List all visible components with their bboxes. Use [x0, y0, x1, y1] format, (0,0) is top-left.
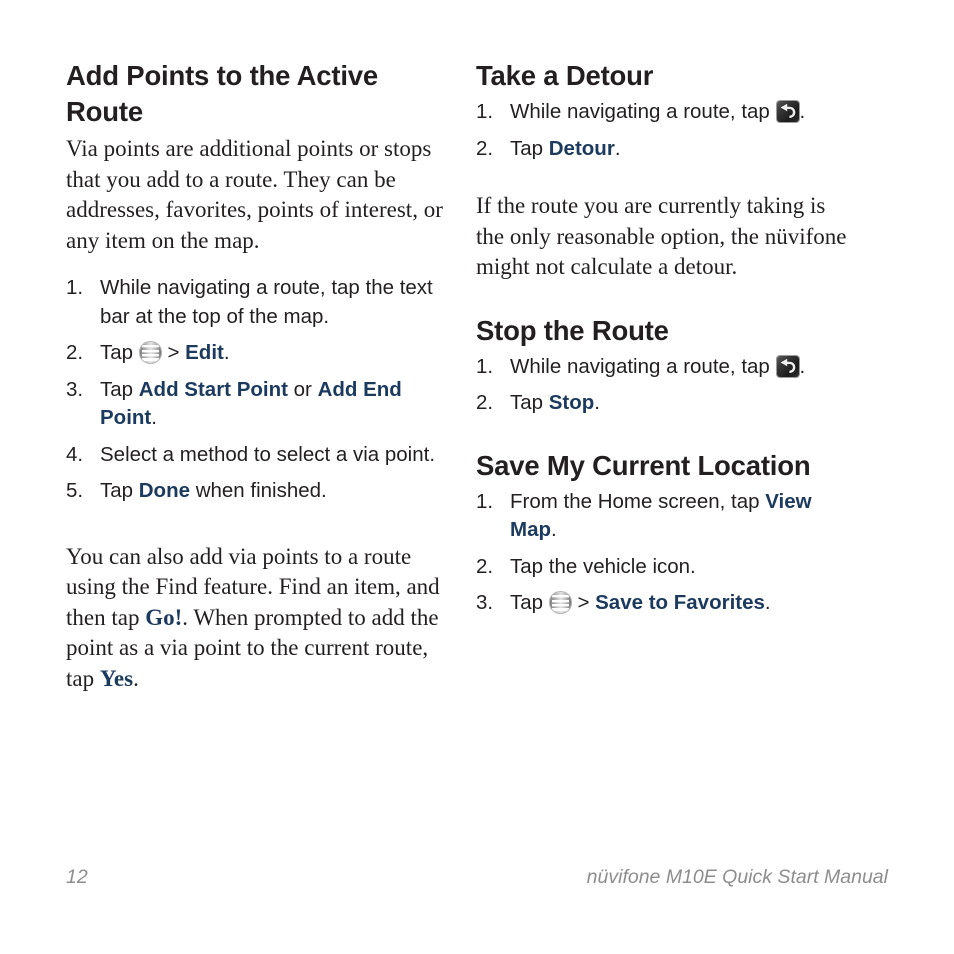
- closing-paragraph: You can also add via points to a route u…: [66, 542, 446, 695]
- step-text: .: [151, 406, 157, 429]
- list-item: 2. Tap > Edit.: [66, 339, 446, 368]
- step-number: 2.: [66, 341, 84, 364]
- step-text: .: [223, 341, 230, 364]
- list-item: 3. Tap > Save to Favorites.: [476, 589, 856, 618]
- section-heading: Stop the Route: [476, 314, 669, 346]
- step-text: While navigating a route, tap the text b…: [100, 276, 433, 328]
- step-number: 2.: [476, 554, 494, 578]
- step-text: Tap: [100, 377, 139, 401]
- manual-page: Add Points to the Active Route Via point…: [0, 0, 954, 954]
- step-text: Tap: [100, 479, 139, 502]
- step-text: Tap: [510, 136, 549, 160]
- list-item: 4. Select a method to select a via point.: [66, 441, 446, 470]
- step-text: While navigating a route, tap: [510, 100, 776, 123]
- steps-list: 1. While navigating a route, tap . 2. Tap D…: [476, 98, 856, 163]
- step-text: Select a method to select a via point.: [100, 442, 436, 466]
- closing-text-part3: .: [133, 665, 139, 691]
- step-text: .: [614, 136, 621, 160]
- step-text: .: [594, 391, 600, 414]
- section-heading: Save My Current Location: [476, 449, 811, 481]
- ui-term[interactable]: Done: [139, 479, 190, 502]
- step-text: .: [551, 518, 557, 541]
- ui-term[interactable]: Edit: [185, 341, 224, 364]
- step-number: 5.: [66, 479, 84, 502]
- step-number: 3.: [66, 377, 84, 401]
- step-text: >: [161, 341, 186, 364]
- page-footer: 12 nüvifone M10E Quick Start Manual: [66, 866, 888, 896]
- page-title: Add Points to the Active Route: [66, 60, 378, 127]
- ui-term[interactable]: Stop: [549, 391, 595, 414]
- list-item: 1. While navigating a route, tap the text…: [66, 274, 446, 331]
- steps-list: 1. From the Home screen, tap View Map. 2. T…: [476, 488, 856, 618]
- step-text: .: [799, 354, 806, 378]
- ui-term-yes[interactable]: Yes: [100, 666, 133, 691]
- list-item: 5. Tap Done when finished.: [66, 477, 446, 506]
- page-number: 12: [66, 866, 88, 888]
- step-text: Tap the vehicle icon.: [510, 554, 696, 578]
- step-number: 1.: [66, 276, 84, 299]
- step-number: 2.: [476, 136, 494, 160]
- list-item: 3. Tap Add Start Point or Add End Point.: [66, 376, 446, 433]
- menu-icon[interactable]: [139, 342, 161, 363]
- step-text: While navigating a route, tap: [510, 354, 776, 378]
- step-text: .: [799, 100, 806, 123]
- step-number: 1.: [476, 489, 494, 513]
- intro-paragraph: Via points are additional points or stop…: [66, 136, 443, 253]
- list-item: 1. While navigating a route, tap .: [476, 98, 856, 127]
- left-column: Add Points to the Active Route Via point…: [66, 58, 446, 694]
- ui-term[interactable]: Detour: [549, 137, 615, 160]
- right-column: Take a Detour 1. While navigating a route,…: [476, 58, 856, 632]
- list-item: 2. Tap Stop.: [476, 389, 856, 418]
- steps-list-add-points: 1. While navigating a route, tap the text…: [66, 274, 446, 506]
- step-number: 1.: [476, 100, 494, 123]
- ui-term-go[interactable]: Go!: [145, 605, 182, 630]
- steps-list: 1. While navigating a route, tap . 2. Tap S…: [476, 353, 856, 418]
- section-note: If the route you are currently taking is…: [476, 193, 847, 279]
- step-text: Tap: [510, 391, 549, 414]
- manual-title: nüvifone M10E Quick Start Manual: [586, 866, 888, 888]
- step-text: Tap: [100, 341, 139, 364]
- ui-term[interactable]: Add Start Point: [139, 378, 288, 401]
- list-item: 1. From the Home screen, tap View Map.: [476, 488, 856, 545]
- step-text: when finished.: [190, 479, 327, 502]
- section-heading: Take a Detour: [476, 60, 654, 91]
- step-text: >: [571, 591, 596, 614]
- ui-term[interactable]: Save to Favorites: [595, 591, 765, 614]
- step-text: or: [287, 377, 318, 401]
- step-text: From the Home screen, tap: [510, 489, 766, 513]
- list-item: 2. Tap Detour.: [476, 135, 856, 164]
- step-number: 3.: [476, 591, 494, 614]
- step-text: Tap: [510, 591, 549, 614]
- step-text: .: [764, 591, 771, 614]
- menu-icon[interactable]: [549, 592, 571, 613]
- step-number: 1.: [476, 354, 494, 378]
- detour-icon[interactable]: [776, 355, 799, 377]
- list-item: 2. Tap the vehicle icon.: [476, 553, 856, 582]
- list-item: 1. While navigating a route, tap .: [476, 353, 856, 382]
- step-number: 4.: [66, 442, 84, 466]
- step-number: 2.: [476, 391, 494, 414]
- detour-icon[interactable]: [776, 101, 799, 122]
